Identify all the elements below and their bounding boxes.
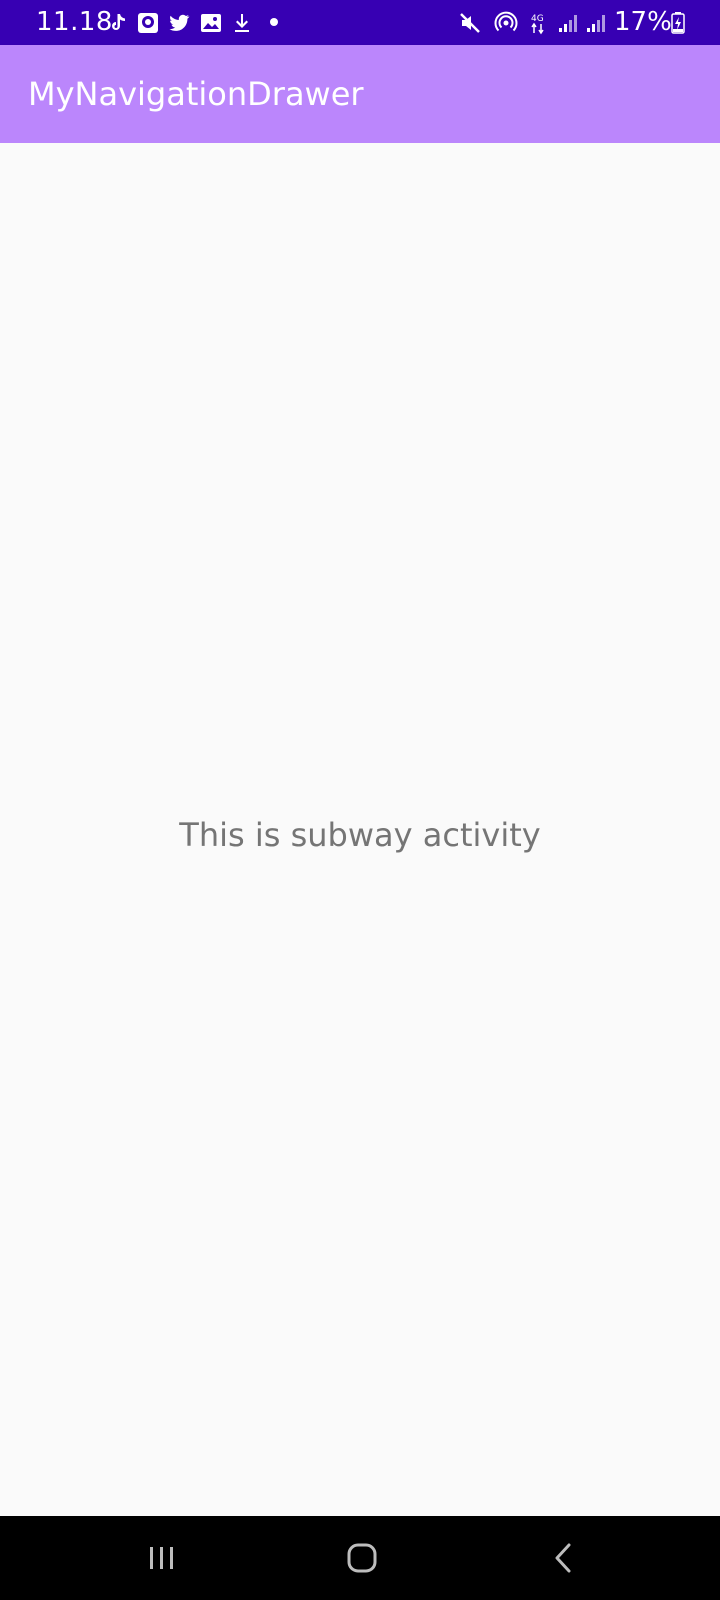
dot-icon <box>270 18 278 26</box>
twitter-icon <box>169 14 190 31</box>
app-bar: MyNavigationDrawer <box>0 45 720 143</box>
status-time: 11.18 <box>36 7 113 37</box>
gallery-icon <box>201 14 221 32</box>
battery-percent: 17% <box>614 7 672 37</box>
tiktok-icon <box>112 14 125 30</box>
activity-message: This is subway activity <box>179 816 541 854</box>
hotspot-icon <box>494 11 518 32</box>
main-content: This is subway activity <box>0 143 720 1516</box>
mute-icon <box>460 13 480 33</box>
home-icon[interactable] <box>340 1536 384 1580</box>
navigation-bar <box>0 1516 720 1600</box>
back-icon[interactable] <box>542 1536 586 1580</box>
status-bar: 11.18 4G 17% <box>0 0 720 45</box>
messenger-icon <box>138 13 158 33</box>
svg-text:4G: 4G <box>531 14 544 24</box>
app-title: MyNavigationDrawer <box>28 75 364 113</box>
recent-apps-icon[interactable] <box>140 1536 184 1580</box>
battery-charging-icon <box>671 12 685 34</box>
4g-data-icon: 4G <box>531 14 544 35</box>
download-icon <box>235 14 249 32</box>
signal-icon <box>587 15 605 32</box>
signal-icon <box>559 15 577 32</box>
